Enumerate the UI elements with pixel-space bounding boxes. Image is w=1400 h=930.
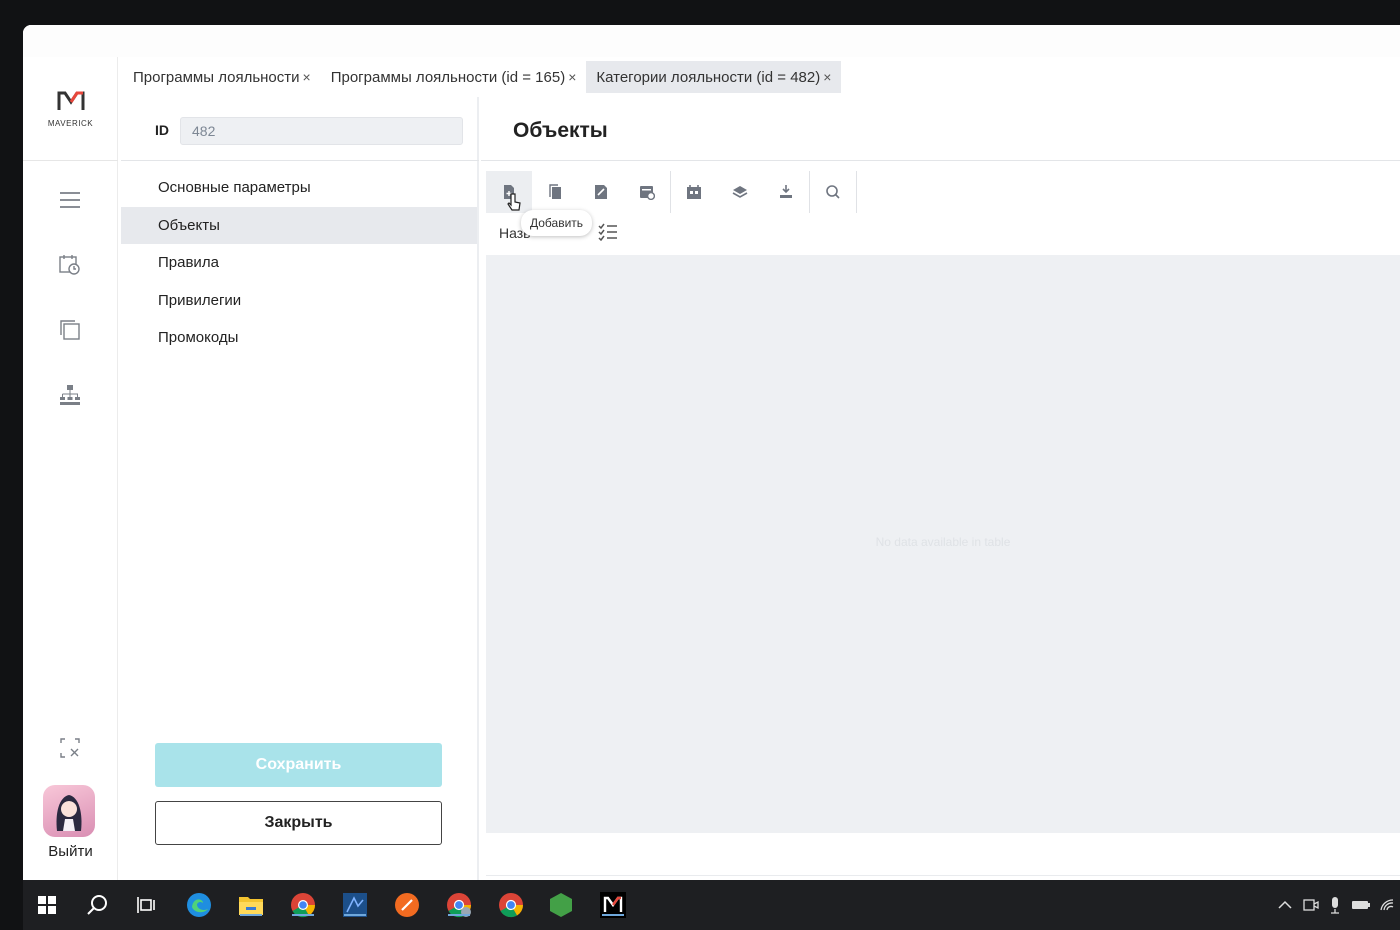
tab-close-icon[interactable]: ×: [823, 69, 831, 85]
avatar-image: [56, 795, 82, 831]
active-indicator: [292, 914, 314, 916]
layers-button[interactable]: [717, 171, 763, 213]
chrome-browser-icon[interactable]: [287, 889, 319, 921]
copy-window-icon[interactable]: [57, 317, 83, 343]
edge-browser-icon[interactable]: [183, 889, 215, 921]
logo-mark: [57, 90, 85, 117]
wifi-icon[interactable]: [1377, 895, 1397, 915]
active-indicator: [240, 914, 262, 916]
left-rail: MAVERICK Выйти: [23, 57, 118, 880]
active-indicator: [344, 914, 366, 916]
calendar-clock-icon[interactable]: [57, 252, 83, 278]
divider: [486, 875, 1400, 876]
objects-panel: Объекты Добавить Назв No data available …: [481, 97, 1400, 880]
edit-icon: [595, 185, 607, 199]
card-settings-icon: [640, 186, 655, 200]
objects-table: No data available in table: [486, 255, 1400, 833]
tab-close-icon[interactable]: ×: [303, 69, 311, 85]
copy-button[interactable]: [532, 171, 578, 213]
toolbar: [486, 171, 857, 213]
empty-table-text: No data available in table: [875, 535, 1011, 549]
task-view-icon[interactable]: [131, 889, 163, 921]
search-button[interactable]: [810, 171, 856, 213]
import-button[interactable]: [763, 171, 809, 213]
active-indicator: [602, 914, 624, 916]
id-field: 482: [180, 117, 463, 145]
card-settings-button[interactable]: [624, 171, 670, 213]
calendar-button[interactable]: [671, 171, 717, 213]
app-window: MAVERICK Выйти Программы лояльности × Пр…: [23, 25, 1400, 880]
nav-item-main-params[interactable]: Основные параметры: [121, 169, 477, 207]
search-icon[interactable]: [81, 889, 113, 921]
section-nav: Основные параметры Объекты Правила Приви…: [121, 169, 477, 357]
tooltip: Добавить: [521, 210, 593, 236]
tab-label: Программы лояльности: [133, 68, 300, 86]
chrome-profile-icon[interactable]: [443, 889, 475, 921]
table-header: Назв: [486, 213, 1400, 255]
mouse-cursor-icon: [507, 193, 521, 218]
code-editor-icon[interactable]: [339, 889, 371, 921]
copy-icon: [549, 184, 561, 199]
nav-item-promocodes[interactable]: Промокоды: [121, 319, 477, 357]
file-explorer-icon[interactable]: [235, 889, 267, 921]
page-title: Объекты: [513, 119, 608, 142]
save-button[interactable]: Сохранить: [155, 743, 442, 787]
maverick-app-icon[interactable]: [597, 889, 629, 921]
calendar-icon: [687, 185, 701, 199]
meet-now-icon[interactable]: [1301, 895, 1321, 915]
tab-loyalty-program-165[interactable]: Программы лояльности (id = 165) ×: [321, 61, 587, 93]
microphone-icon[interactable]: [1325, 895, 1345, 915]
tab-close-icon[interactable]: ×: [568, 69, 576, 85]
logo[interactable]: MAVERICK: [23, 57, 118, 161]
close-button[interactable]: Закрыть: [155, 801, 442, 845]
id-label: ID: [155, 122, 169, 138]
column-filter-icon[interactable]: [598, 223, 618, 246]
id-row: ID 482: [121, 97, 479, 161]
tab-bar: Программы лояльности × Программы лояльно…: [123, 61, 842, 93]
nav-item-objects[interactable]: Объекты: [121, 206, 477, 244]
tab-label: Программы лояльности (id = 165): [330, 68, 566, 86]
logo-text: MAVERICK: [47, 118, 94, 128]
search-icon: [826, 185, 840, 199]
tab-loyalty-programs[interactable]: Программы лояльности ×: [123, 61, 321, 93]
fullscreen-exit-icon[interactable]: [57, 735, 83, 761]
menu-icon[interactable]: [57, 187, 83, 213]
chevron-up-icon[interactable]: [1275, 895, 1295, 915]
import-icon: [780, 185, 792, 198]
nav-item-rules[interactable]: Правила: [121, 244, 477, 282]
logout-button[interactable]: Выйти: [23, 843, 118, 860]
toolbar-separator: [856, 171, 857, 213]
tab-loyalty-category-482[interactable]: Категории лояльности (id = 482) ×: [586, 61, 842, 93]
organization-icon[interactable]: [57, 382, 83, 408]
title-bar: [23, 25, 1400, 57]
sublime-text-icon[interactable]: [391, 889, 423, 921]
avatar[interactable]: [43, 785, 95, 837]
logo-m-icon: [57, 91, 84, 110]
battery-icon[interactable]: [1351, 895, 1371, 915]
edit-button[interactable]: [578, 171, 624, 213]
edit-panel: ID 482 Основные параметры Объекты Правил…: [121, 97, 479, 880]
windows-start-icon[interactable]: [31, 889, 63, 921]
tab-label: Категории лояльности (id = 482): [596, 68, 821, 86]
active-indicator: [448, 914, 470, 916]
nav-item-privileges[interactable]: Привилегии: [121, 282, 477, 320]
chrome-browser-icon[interactable]: [495, 889, 527, 921]
objects-header: Объекты: [481, 97, 1400, 161]
nodejs-icon[interactable]: [545, 889, 577, 921]
layers-icon: [732, 186, 748, 198]
windows-taskbar: [23, 880, 1400, 930]
